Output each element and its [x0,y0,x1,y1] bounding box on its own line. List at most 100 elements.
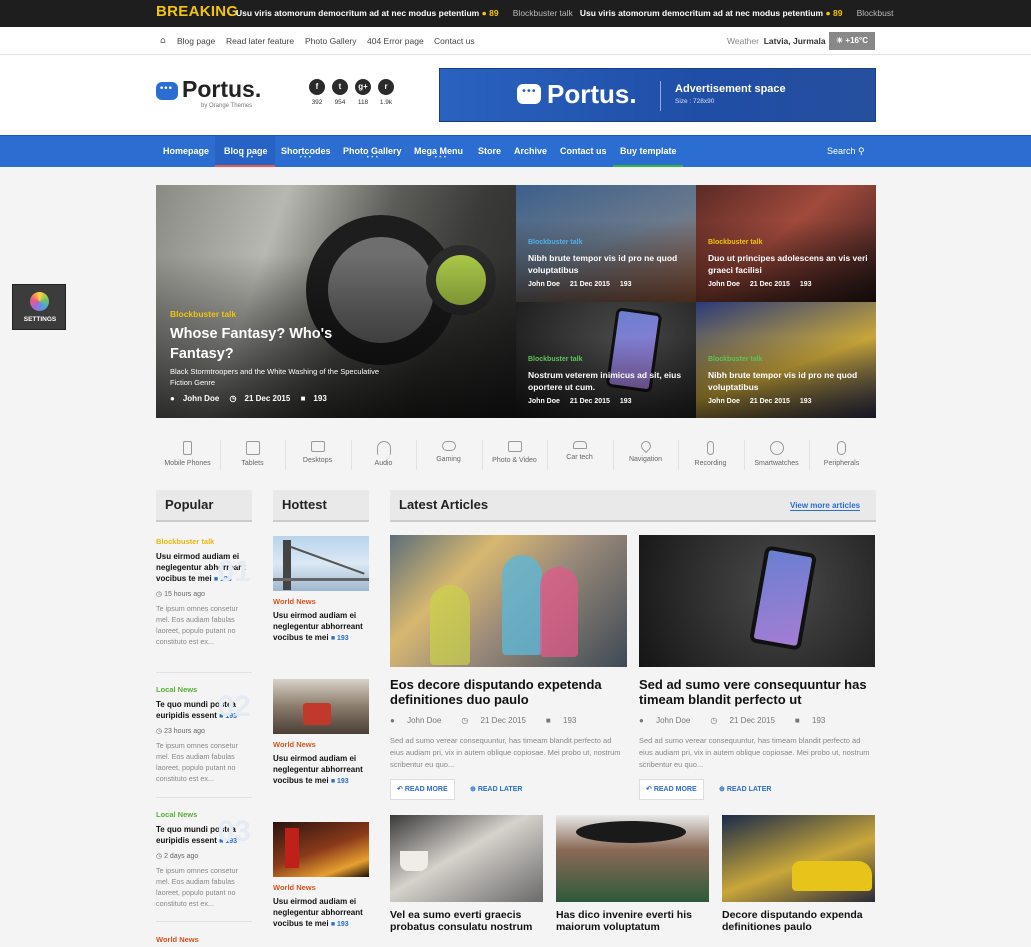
home-icon[interactable]: ⌂ [160,36,166,46]
category-tablets[interactable]: Tablets [220,435,285,475]
topnav-link-read-later[interactable]: Read later feature [226,36,294,46]
article-title[interactable]: Eos decore disputando expetenda definiti… [390,677,627,707]
category-navigation[interactable]: Navigation [613,435,678,475]
hottest-category[interactable]: World News [273,740,316,749]
category-car-tech[interactable]: Car tech [547,435,612,475]
hottest-image-night[interactable] [273,822,369,877]
popular-item[interactable]: 03 Local News Te quo mundi postea euripi… [156,810,251,909]
social-twitter[interactable]: t 954 [332,79,348,106]
popular-item[interactable]: 02 Local News Te quo mundi postea euripi… [156,685,251,784]
category-smartwatches[interactable]: Smartwatches [744,435,809,475]
breaking-ticker[interactable]: Usu viris atomorum democritum ad at nec … [236,8,893,18]
read-more-button[interactable]: ↶ READ MORE [390,779,455,800]
hero-tile-2[interactable]: Blockbuster talk Duo ut principes adoles… [696,185,876,302]
article-image-phone[interactable] [639,535,875,667]
nav-archive[interactable]: Archive [514,146,547,156]
read-later-button[interactable]: ⊕ READ LATER [470,785,522,793]
nav-buy-template[interactable]: Buy template [620,146,677,156]
twitter-icon[interactable]: t [332,79,348,95]
hottest-image-bridge[interactable] [273,536,369,591]
category-gaming[interactable]: Gaming [416,435,481,475]
popular-item[interactable]: 01 Blockbuster talk Usu eirmod audiam ei… [156,537,251,647]
social-facebook[interactable]: f 392 [309,79,325,106]
headphones-icon [376,441,391,455]
category-bar: Mobile Phones Tablets Desktops Audio Gam… [155,435,876,475]
ticker-item-category[interactable]: Blockbust [857,8,894,18]
nav-store[interactable]: Store [478,146,501,156]
category-peripherals[interactable]: Peripherals [809,435,874,475]
tile-category[interactable]: Blockbuster talk [528,356,582,363]
article-meta: ● John Doe ◷ 21 Dec 2015 ■ 193 [390,716,577,725]
hero-category[interactable]: Blockbuster talk [170,309,236,319]
tile-title[interactable]: Duo ut principes adolescens an vis veri … [708,252,868,276]
weather-info: Weather Latvia, Jurmala [727,36,826,46]
ticker-comment-count: ● 89 [481,8,499,18]
advertisement-banner[interactable]: Portus. Advertisement space Size : 728x9… [439,68,876,122]
clock-icon: ◷ [156,591,163,598]
submenu-dots-icon: ••• [366,154,380,161]
tile-category[interactable]: Blockbuster talk [528,239,582,246]
settings-label: SETTINGS [23,316,57,323]
category-recording[interactable]: Recording [678,435,743,475]
tile-category[interactable]: Blockbuster talk [708,356,762,363]
category-photo-video[interactable]: Photo & Video [482,435,547,475]
hottest-category[interactable]: World News [273,597,316,606]
tile-title[interactable]: Nostrum veterem inimicus ad sit, eius op… [528,369,688,393]
social-google-plus[interactable]: g+ 118 [355,79,371,106]
hero-title[interactable]: Whose Fantasy? Who's Fantasy? [170,324,370,364]
google-plus-icon[interactable]: g+ [355,79,371,95]
ad-divider [660,81,661,111]
hero-tile-3[interactable]: Blockbuster talk Nostrum veterem inimicu… [516,302,696,418]
rss-icon[interactable]: r [378,79,394,95]
article-title[interactable]: Decore disputando expenda definitiones p… [722,909,875,933]
popular-rank-number: 01 [217,555,251,588]
author-icon: ● [390,716,395,725]
hero-tile-4[interactable]: Blockbuster talk Nibh brute tempor vis i… [696,302,876,418]
hottest-item-title[interactable]: Usu eirmod audiam ei neglegentur abhorre… [273,610,369,644]
popular-category[interactable]: World News [156,935,251,944]
topnav-link-blog[interactable]: Blog page [177,36,215,46]
nav-contact[interactable]: Contact us [560,146,607,156]
settings-panel-toggle[interactable]: SETTINGS [12,284,66,330]
social-rss[interactable]: r 1.9k [378,79,394,106]
ticker-item-title[interactable]: Usu viris atomorum democritum ad at nec … [580,8,823,18]
hero-main-article[interactable]: Blockbuster talk Whose Fantasy? Who's Fa… [156,185,516,418]
tile-title[interactable]: Nibh brute tempor vis id pro ne quod vol… [708,369,868,393]
hero-tile-1[interactable]: Blockbuster talk Nibh brute tempor vis i… [516,185,696,302]
article-title[interactable]: Sed ad sumo vere consequuntur has timeam… [639,677,875,707]
article-image-runners[interactable] [390,535,627,667]
topnav-link-contact[interactable]: Contact us [434,36,475,46]
ticker-item-title[interactable]: Usu viris atomorum democritum ad at nec … [236,8,479,18]
popular-category[interactable]: Blockbuster talk [156,537,251,546]
main-nav: Homepage Blog page ••• Shortcodes ••• Ph… [0,135,1031,167]
tile-meta: John Doe 21 Dec 2015 193 [708,398,812,405]
hero-subtitle: Black Stormtroopers and the White Washin… [170,367,379,387]
nav-homepage[interactable]: Homepage [163,146,209,156]
article-image-man[interactable] [556,815,709,902]
topnav-link-404[interactable]: 404 Error page [367,36,424,46]
hottest-image-street[interactable] [273,679,369,734]
hottest-category[interactable]: World News [273,883,316,892]
hottest-item-title[interactable]: Usu eirmod audiam ei neglegentur abhorre… [273,753,369,787]
popular-item[interactable]: World News [156,935,251,944]
nav-search[interactable]: Search ⚲ [827,146,865,157]
article-image-coffee[interactable] [390,815,543,902]
facebook-icon[interactable]: f [309,79,325,95]
read-later-button[interactable]: ⊕ READ LATER [719,785,771,793]
submenu-dots-icon: ••• [299,154,313,161]
tile-title[interactable]: Nibh brute tempor vis id pro ne quod vol… [528,252,688,276]
tile-category[interactable]: Blockbuster talk [708,239,762,246]
article-title[interactable]: Has dico invenire everti his maiorum vol… [556,909,709,933]
article-image-taxi[interactable] [722,815,875,902]
clock-icon [769,441,784,455]
gamepad-icon [441,441,456,451]
ticker-item-category[interactable]: Blockbuster talk [513,8,573,18]
view-more-articles-link[interactable]: View more articles [790,501,861,511]
category-mobile-phones[interactable]: Mobile Phones [155,435,220,475]
category-desktops[interactable]: Desktops [285,435,350,475]
topnav-link-photo-gallery[interactable]: Photo Gallery [305,36,357,46]
read-more-button[interactable]: ↶ READ MORE [639,779,704,800]
hottest-item-title[interactable]: Usu eirmod audiam ei neglegentur abhorre… [273,896,369,930]
article-title[interactable]: Vel ea sumo everti graecis probatus cons… [390,909,543,933]
category-audio[interactable]: Audio [351,435,416,475]
